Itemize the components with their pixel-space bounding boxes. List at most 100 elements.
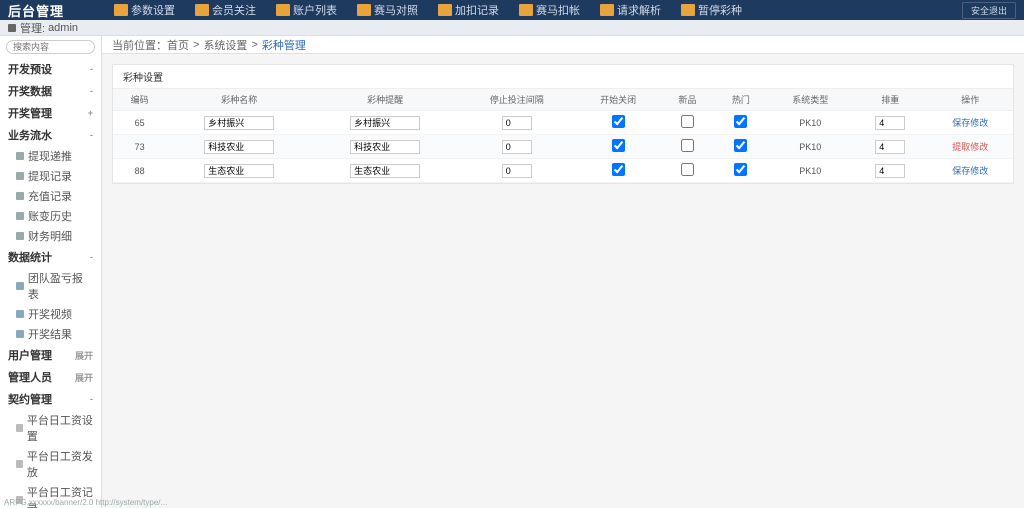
topnav-label: 请求解析: [617, 2, 661, 18]
stop-input[interactable]: [502, 140, 532, 154]
search-wrap: [0, 36, 101, 58]
new-checkbox[interactable]: [681, 139, 694, 152]
table-row: 65PK10保存修改: [113, 111, 1013, 135]
cell-code: 73: [113, 135, 166, 159]
save-link[interactable]: 提取修改: [952, 142, 988, 152]
new-checkbox[interactable]: [681, 163, 694, 176]
hot-checkbox[interactable]: [734, 115, 747, 128]
sidebar-group-header[interactable]: 契约管理 -: [0, 388, 101, 410]
toggle-icon: 展开: [75, 371, 93, 384]
column-header: 彩种名称: [166, 89, 312, 111]
sidebar-group-header[interactable]: 管理人员 展开: [0, 366, 101, 388]
sidebar-group-header[interactable]: 数据统计-: [0, 246, 101, 268]
topnav-icon: [600, 4, 614, 16]
sidebar-group-header[interactable]: 用户管理展开: [0, 344, 101, 366]
column-header: 编码: [113, 89, 166, 111]
sidebar-item[interactable]: 开奖结果: [0, 324, 101, 344]
toggle-icon: -: [90, 394, 93, 404]
breadcrumb: 当前位置：首页 > 系统设置 > 彩种管理: [102, 36, 1024, 54]
sort-input[interactable]: [875, 116, 905, 130]
tip-input[interactable]: [350, 164, 420, 178]
sidebar-group-title: 管理人员: [8, 369, 52, 385]
sidebar-item[interactable]: 充值记录: [0, 186, 101, 206]
topnav-icon: [195, 4, 209, 16]
topnav-label: 账户列表: [293, 2, 337, 18]
sidebar-group-title: 契约管理: [8, 391, 52, 407]
open-checkbox[interactable]: [612, 115, 625, 128]
sort-input[interactable]: [875, 140, 905, 154]
sidebar-group-header[interactable]: 开奖管理+: [0, 102, 101, 124]
topnav-item[interactable]: 暂停彩种: [671, 0, 752, 20]
open-checkbox[interactable]: [612, 163, 625, 176]
topnav-item[interactable]: 参数设置: [104, 0, 185, 20]
sidebar-item[interactable]: 提现记录: [0, 166, 101, 186]
save-link[interactable]: 保存修改: [952, 118, 988, 128]
sidebar-group-header[interactable]: 业务流水 -: [0, 124, 101, 146]
topnav-label: 加扣记录: [455, 2, 499, 18]
topnav-label: 赛马扣帐: [536, 2, 580, 18]
sidebar-group-title: 业务流水: [8, 127, 52, 143]
topnav-icon: [276, 4, 290, 16]
safe-exit-button[interactable]: 安全退出: [962, 2, 1016, 19]
crumb-mid[interactable]: 系统设置: [203, 37, 247, 53]
sidebar-item-label: 开奖视频: [28, 306, 72, 322]
sidebar-item-label: 提现递推: [28, 148, 72, 164]
hot-checkbox[interactable]: [734, 163, 747, 176]
cell-sort: [853, 159, 928, 183]
column-header: 新品: [661, 89, 714, 111]
sidebar-item-icon: [16, 282, 24, 290]
sort-input[interactable]: [875, 164, 905, 178]
cell-tip: [312, 111, 458, 135]
stop-input[interactable]: [502, 116, 532, 130]
sidebar-item-label: 团队盈亏报表: [28, 270, 93, 302]
toggle-icon: +: [88, 108, 93, 118]
topnav-item[interactable]: 加扣记录: [428, 0, 509, 20]
toggle-icon: -: [90, 64, 93, 74]
cell-name: [166, 111, 312, 135]
sidebar-item[interactable]: 开奖视频: [0, 304, 101, 324]
sidebar-item-label: 财务明细: [28, 228, 72, 244]
sidebar-item-icon: [16, 212, 24, 220]
sidebar-group-title: 开发预设: [8, 61, 52, 77]
topnav-item[interactable]: 赛马对照: [347, 0, 428, 20]
sidebar-group-header[interactable]: 开奖数据-: [0, 80, 101, 102]
cell-open: [575, 159, 660, 183]
sidebar-item[interactable]: 账变历史: [0, 206, 101, 226]
sidebar-item[interactable]: 平台日工资发放: [0, 446, 101, 482]
topnav-item[interactable]: 账户列表: [266, 0, 347, 20]
open-checkbox[interactable]: [612, 139, 625, 152]
hot-checkbox[interactable]: [734, 139, 747, 152]
search-input[interactable]: [6, 40, 95, 54]
name-input[interactable]: [204, 116, 274, 130]
topnav-label: 暂停彩种: [698, 2, 742, 18]
crumb-home[interactable]: 当前位置：首页: [112, 37, 189, 53]
sidebar-item[interactable]: 财务明细: [0, 226, 101, 246]
data-table: 编码彩种名称彩种提醒停止投注间隔开始关闭新品热门系统类型排重操作 65PK10保…: [113, 89, 1013, 183]
sidebar-group-header[interactable]: 开发预设 -: [0, 58, 101, 80]
cell-hot: [714, 111, 767, 135]
new-checkbox[interactable]: [681, 115, 694, 128]
tip-input[interactable]: [350, 116, 420, 130]
user-icon: [8, 24, 16, 32]
user-label: 管理:: [20, 20, 45, 36]
name-input[interactable]: [204, 164, 274, 178]
sidebar-item-icon: [16, 330, 24, 338]
sidebar-item[interactable]: 提现递推: [0, 146, 101, 166]
topnav-item[interactable]: 请求解析: [590, 0, 671, 20]
cell-stop: [458, 159, 575, 183]
sidebar-item-icon: [16, 424, 23, 432]
save-link[interactable]: 保存修改: [952, 166, 988, 176]
sidebar-item[interactable]: 平台日工资设置: [0, 410, 101, 446]
main: 当前位置：首页 > 系统设置 > 彩种管理 彩种设置 编码彩种名称彩种提醒停止投…: [102, 36, 1024, 508]
cell-op: 保存修改: [928, 159, 1013, 183]
cell-tip: [312, 135, 458, 159]
sidebar-item[interactable]: 团队盈亏报表: [0, 268, 101, 304]
stop-input[interactable]: [502, 164, 532, 178]
topnav-icon: [519, 4, 533, 16]
tip-input[interactable]: [350, 140, 420, 154]
toggle-icon: -: [90, 130, 93, 140]
topnav-item[interactable]: 会员关注: [185, 0, 266, 20]
sidebar-item-label: 账变历史: [28, 208, 72, 224]
topnav-item[interactable]: 赛马扣帐: [509, 0, 590, 20]
name-input[interactable]: [204, 140, 274, 154]
